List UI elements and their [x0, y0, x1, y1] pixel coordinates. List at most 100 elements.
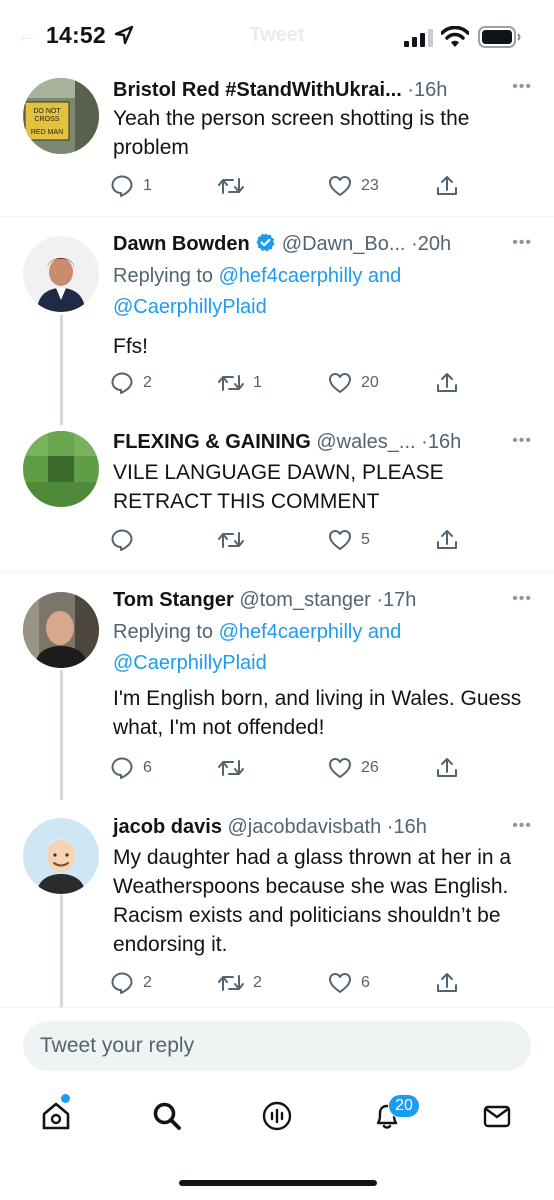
heart-icon: [329, 373, 351, 393]
tweet-separator: ·: [411, 233, 418, 255]
retweet-icon: [218, 375, 244, 391]
avatar[interactable]: DO NOT CROSS RED MAN: [23, 78, 99, 154]
like-count: 23: [361, 177, 379, 194]
retweet-button[interactable]: 2: [218, 971, 262, 995]
share-icon: [437, 758, 457, 777]
avatar-image: DO NOT CROSS RED MAN: [23, 78, 99, 154]
tweet-card[interactable]: Dawn Bowden @Dawn_Bo... ·20h ••• Replyin…: [0, 230, 554, 415]
heart-icon: [329, 973, 351, 993]
author-name[interactable]: Tom Stanger: [113, 589, 234, 611]
avatar[interactable]: [23, 592, 99, 668]
more-options-icon[interactable]: •••: [512, 78, 532, 96]
status-bar: ← Tweet 14:52: [0, 0, 554, 70]
reply-button[interactable]: 2: [110, 371, 152, 395]
share-icon: [437, 373, 457, 392]
author-handle[interactable]: @jacobdavisbath: [228, 816, 382, 838]
more-options-icon[interactable]: •••: [512, 590, 532, 608]
home-icon[interactable]: [40, 1100, 72, 1132]
tweet-time[interactable]: 20h: [418, 233, 451, 255]
reply-input[interactable]: [23, 1021, 531, 1071]
tweet-time[interactable]: 16h: [414, 79, 447, 101]
more-options-icon[interactable]: •••: [512, 817, 532, 835]
share-button[interactable]: [435, 971, 459, 995]
reply-count: 6: [143, 759, 152, 776]
notifications-badge: 20: [388, 1094, 420, 1118]
mention-link[interactable]: @CaerphillyPlaid: [113, 652, 267, 674]
tweet-actions: 2 1 20: [0, 371, 554, 395]
heart-icon: [329, 758, 351, 778]
replying-to: Replying to @hef4caerphilly and: [113, 261, 401, 292]
share-button[interactable]: [435, 371, 459, 395]
avatar-sign-text: RED MAN: [31, 129, 63, 136]
share-icon: [437, 973, 457, 992]
author-handle[interactable]: @Dawn_Bo...: [282, 233, 406, 255]
share-button[interactable]: [435, 174, 459, 198]
mention-link[interactable]: @CaerphillyPlaid: [113, 296, 267, 318]
like-button[interactable]: 6: [328, 971, 370, 995]
replying-to-line-2: @CaerphillyPlaid: [113, 648, 267, 679]
retweet-count: 2: [253, 974, 262, 991]
tweet-header: FLEXING & GAINING @wales_... ·16h: [113, 430, 461, 454]
mention-link[interactable]: @hef4caerphilly: [219, 621, 363, 643]
avatar[interactable]: [23, 431, 99, 507]
tweet-text: I'm English born, and living in Wales. G…: [113, 687, 522, 739]
more-options-icon[interactable]: •••: [512, 432, 532, 450]
tweet-divider: [0, 572, 554, 573]
mention-link[interactable]: @hef4caerphilly: [219, 265, 363, 287]
messages-icon[interactable]: [481, 1100, 513, 1132]
avatar[interactable]: [23, 818, 99, 894]
reply-button[interactable]: 2: [110, 971, 152, 995]
author-name[interactable]: Dawn Bowden: [113, 233, 250, 255]
retweet-button[interactable]: [218, 174, 253, 198]
home-indicator[interactable]: [179, 1180, 377, 1186]
replying-to: Replying to @hef4caerphilly and: [113, 617, 401, 648]
reply-count: 1: [143, 177, 152, 194]
replying-to-and: and: [362, 265, 402, 287]
share-button[interactable]: [435, 528, 459, 552]
replying-to-label: Replying to: [113, 265, 219, 287]
author-name[interactable]: Bristol Red #StandWithUkrai...: [113, 79, 402, 101]
avatar-image: [23, 431, 99, 507]
retweet-button[interactable]: [218, 756, 253, 780]
reply-button[interactable]: [110, 528, 143, 552]
like-count: 20: [361, 374, 379, 391]
avatar-sign-text: CROSS: [35, 116, 60, 123]
reply-composer[interactable]: [23, 1021, 531, 1071]
reply-icon: [111, 529, 133, 551]
author-handle[interactable]: @tom_stanger: [239, 589, 370, 611]
tweet-header: Bristol Red #StandWithUkrai... ·16h: [113, 78, 447, 102]
tweet-card[interactable]: Tom Stanger @tom_stanger ·17h ••• Replyi…: [0, 586, 554, 786]
like-button[interactable]: 26: [328, 756, 379, 780]
author-name[interactable]: FLEXING & GAINING: [113, 431, 311, 453]
share-button[interactable]: [435, 756, 459, 780]
avatar[interactable]: [23, 236, 99, 312]
spaces-icon[interactable]: [261, 1100, 293, 1132]
tweet-card[interactable]: DO NOT CROSS RED MAN Bristol Red #StandW…: [0, 70, 554, 218]
tweet-time[interactable]: 16h: [393, 816, 426, 838]
tweet-actions: 6 26: [0, 756, 554, 780]
more-options-icon[interactable]: •••: [512, 234, 532, 252]
reply-icon: [111, 372, 133, 394]
reply-button[interactable]: 6: [110, 756, 152, 780]
tweet-time[interactable]: 16h: [428, 431, 461, 453]
like-button[interactable]: 23: [328, 174, 379, 198]
replying-to-label: Replying to: [113, 621, 219, 643]
like-button[interactable]: 5: [328, 528, 370, 552]
tweet-actions: 5: [0, 528, 554, 552]
like-button[interactable]: 20: [328, 371, 379, 395]
author-handle[interactable]: @wales_...: [316, 431, 415, 453]
reply-button[interactable]: 1: [110, 174, 152, 198]
search-icon[interactable]: [151, 1100, 183, 1132]
share-icon: [437, 530, 457, 549]
tweet-time[interactable]: 17h: [383, 589, 416, 611]
retweet-count: 1: [253, 374, 262, 391]
tweet-header: jacob davis @jacobdavisbath ·16h: [113, 815, 427, 839]
retweet-button[interactable]: [218, 528, 253, 552]
retweet-button[interactable]: 1: [218, 371, 262, 395]
heart-icon: [329, 530, 351, 550]
replying-to-line-2: @CaerphillyPlaid: [113, 292, 267, 323]
tweet-card[interactable]: FLEXING & GAINING @wales_... ·16h ••• VI…: [0, 427, 554, 572]
author-name[interactable]: jacob davis: [113, 816, 222, 838]
tweet-card[interactable]: jacob davis @jacobdavisbath ·16h ••• My …: [0, 812, 554, 1007]
status-time: 14:52: [46, 22, 106, 48]
